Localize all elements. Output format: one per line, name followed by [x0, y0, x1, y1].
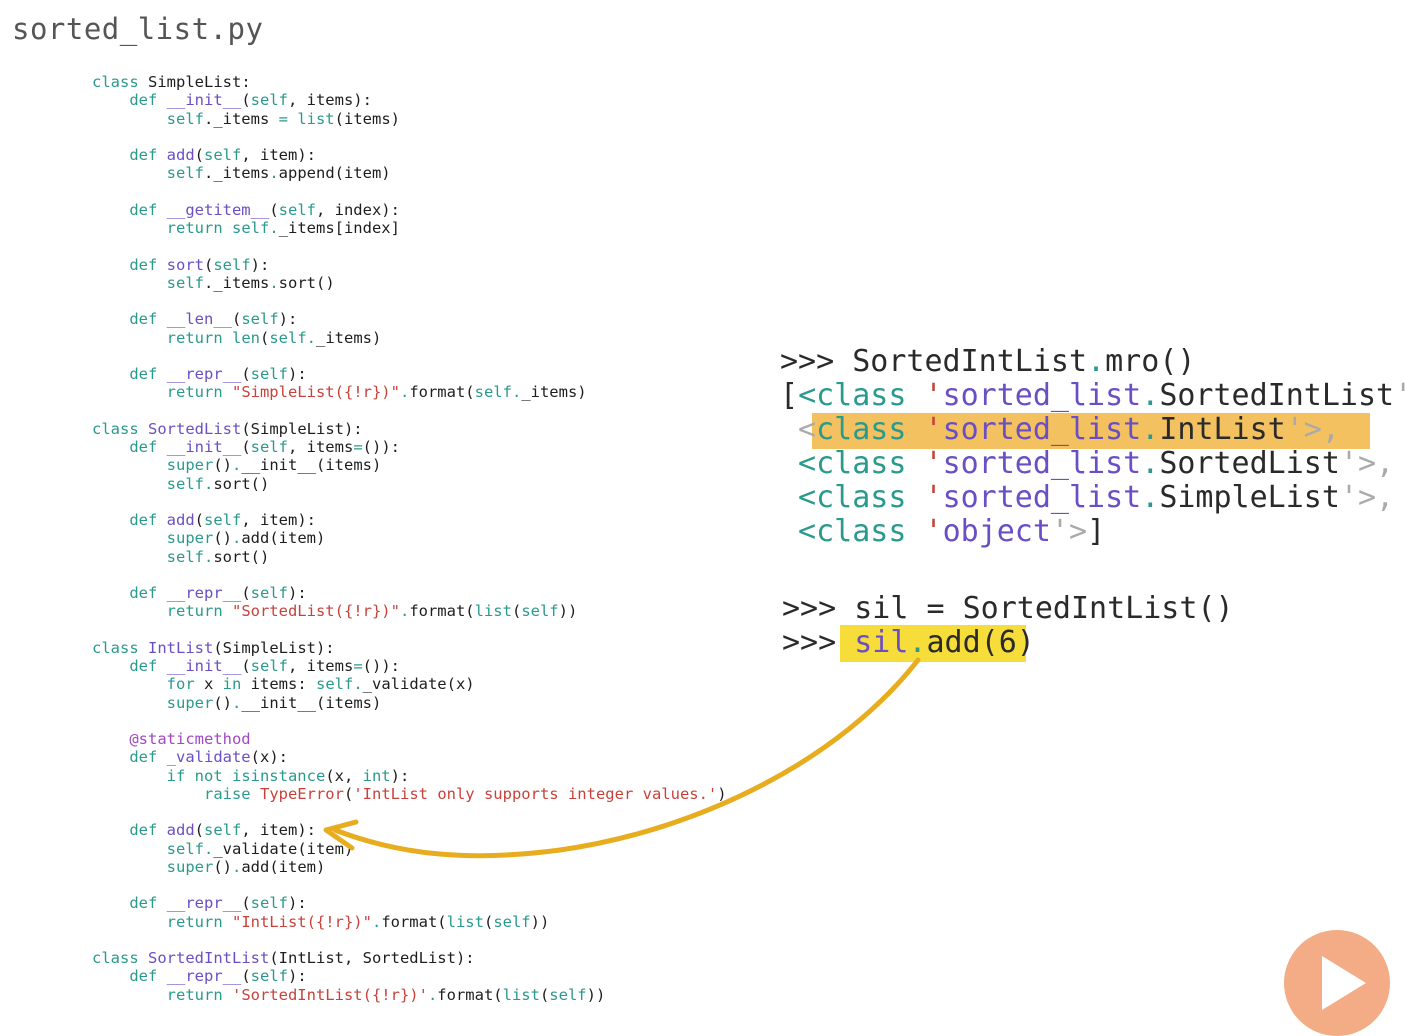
play-icon: [1322, 956, 1366, 1010]
curved-arrow-icon: [323, 657, 921, 859]
play-button[interactable]: [1284, 930, 1390, 1036]
